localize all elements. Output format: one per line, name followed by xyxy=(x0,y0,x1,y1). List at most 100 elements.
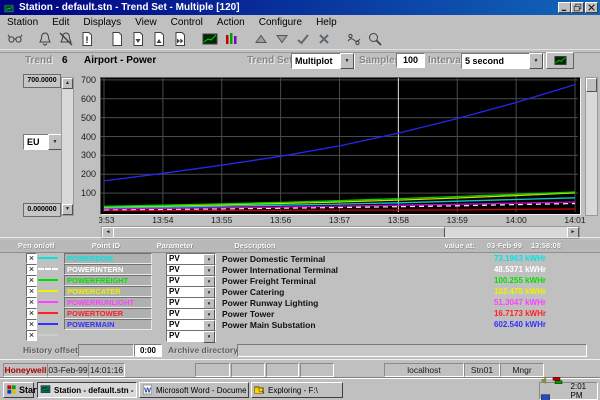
point-value: 16.7173 kWHr xyxy=(440,309,546,318)
display-tray-icon[interactable] xyxy=(540,393,551,400)
point-value: 48.5371 kWHr xyxy=(440,265,546,274)
parameter-value: PV xyxy=(169,265,180,275)
status-cell xyxy=(266,363,299,377)
page-icon[interactable] xyxy=(106,30,127,49)
start-button[interactable]: Start xyxy=(3,382,34,398)
plot-right-scrollbar[interactable] xyxy=(585,77,598,216)
svg-text:!: ! xyxy=(85,35,88,45)
station-connect-icon[interactable] xyxy=(4,30,25,49)
pen-line-sample xyxy=(38,323,58,325)
pen-line-sample xyxy=(38,334,58,336)
parameter-value: PV xyxy=(169,287,180,297)
interval-select[interactable]: 5 second ▼ xyxy=(461,53,544,69)
menu-action[interactable]: Action xyxy=(210,17,252,28)
menu-control[interactable]: Control xyxy=(164,17,210,28)
point-id-field[interactable]: POWERINTERN xyxy=(64,264,152,275)
pen-checkbox[interactable]: × xyxy=(26,286,37,297)
pen-table: ×POWERDOMPV▼Power Domestic Terminal73.19… xyxy=(0,253,600,341)
point-description: Power Main Substation xyxy=(222,320,316,330)
chevron-down-icon[interactable]: ▼ xyxy=(48,134,62,150)
menu-help[interactable]: Help xyxy=(309,17,344,28)
pen-checkbox[interactable]: × xyxy=(26,330,37,341)
pen-checkbox[interactable]: × xyxy=(26,308,37,319)
system-tray: 2:01 PM xyxy=(539,382,598,400)
alarm-silence-icon[interactable] xyxy=(55,30,76,49)
point-description: Power Domestic Terminal xyxy=(222,254,325,264)
archive-directory-input[interactable] xyxy=(237,344,587,357)
maximize-button[interactable] xyxy=(571,2,584,13)
chevron-down-icon[interactable]: ▼ xyxy=(529,53,543,69)
point-value: 51.3047 kWHr xyxy=(440,298,546,307)
y-axis-labels: 100200300400500600700 xyxy=(68,78,98,212)
chevron-down-icon[interactable]: ▼ xyxy=(203,331,215,343)
associated-display-icon[interactable] xyxy=(343,30,364,49)
trend-plot[interactable] xyxy=(100,77,581,215)
taskbar-task-word[interactable]: WMicrosoft Word - Document1 xyxy=(139,382,249,398)
taskbar-task-station[interactable]: Station - default.stn -... xyxy=(37,382,137,398)
menu-bar: StationEditDisplaysViewControlActionConf… xyxy=(0,15,600,29)
offset-time-field[interactable]: 0:00 xyxy=(134,344,162,357)
modem-icon[interactable] xyxy=(552,375,563,386)
point-id-field[interactable]: POWERMAIN xyxy=(64,319,152,330)
page-down-icon[interactable] xyxy=(127,30,148,49)
interval-label: Interval xyxy=(428,55,464,66)
pen-row-powercater: ×POWERCATERPV▼Power Catering102.475 kWHr xyxy=(0,286,600,297)
clear-icon[interactable] xyxy=(313,30,334,49)
zoom-icon[interactable] xyxy=(364,30,385,49)
range-max-field[interactable]: 700.0000 xyxy=(23,74,61,88)
point-id-field[interactable]: POWERDOM xyxy=(64,253,152,264)
trend-set-select[interactable]: Multiplot ▼ xyxy=(291,53,355,69)
page-up-icon[interactable] xyxy=(148,30,169,49)
pen-checkbox[interactable]: × xyxy=(26,264,37,275)
toolbar-group xyxy=(106,30,190,49)
scrollbar-thumb[interactable] xyxy=(586,78,597,92)
status-bar: Honeywell03-Feb-9914:01:16localhostStn01… xyxy=(0,359,600,379)
eu-select[interactable]: EU ▼ xyxy=(23,134,63,150)
close-button[interactable] xyxy=(585,2,598,13)
volume-icon[interactable] xyxy=(540,375,551,386)
samples-input[interactable]: 100 xyxy=(396,53,425,68)
pen-checkbox[interactable]: × xyxy=(26,253,37,264)
menu-edit[interactable]: Edit xyxy=(45,17,76,28)
lower-icon[interactable] xyxy=(271,30,292,49)
page-forward-icon[interactable] xyxy=(169,30,190,49)
point-value: 73.1963 kWHr xyxy=(440,254,546,263)
status-date: 03-Feb-99 xyxy=(47,363,89,377)
x-tick-label: 13:57 xyxy=(323,215,357,225)
toolbar-group xyxy=(199,30,241,49)
pen-checkbox[interactable]: × xyxy=(26,297,37,308)
y-tick-label: 700 xyxy=(81,75,96,85)
alarm-bell-icon[interactable] xyxy=(34,30,55,49)
pen-checkbox[interactable]: × xyxy=(26,319,37,330)
trend-display-icon[interactable] xyxy=(199,30,220,49)
pen-checkbox[interactable]: × xyxy=(26,275,37,286)
menu-configure[interactable]: Configure xyxy=(252,17,309,28)
x-tick-label: 13:53 xyxy=(99,215,121,225)
point-id-field[interactable]: POWERTOWER xyxy=(64,308,152,319)
point-id-field[interactable]: POWERCATER xyxy=(64,286,152,297)
taskbar-clock: 2:01 PM xyxy=(571,382,595,400)
chevron-down-icon[interactable]: ▼ xyxy=(340,53,354,69)
trend-display-button[interactable] xyxy=(546,52,574,69)
point-id-field[interactable]: POWERFREIGHT xyxy=(64,275,152,286)
pen-line-sample xyxy=(38,257,58,259)
point-id-field[interactable]: POWERRUNLIGHT xyxy=(64,297,152,308)
minimize-button[interactable] xyxy=(558,2,571,13)
task-label: Station - default.stn -... xyxy=(54,386,134,395)
x-tick-label: 14:01 xyxy=(558,215,592,225)
accept-icon[interactable] xyxy=(292,30,313,49)
menu-station[interactable]: Station xyxy=(0,17,45,28)
pen-line-sample xyxy=(38,279,58,281)
raise-icon[interactable] xyxy=(250,30,271,49)
history-offset-input[interactable] xyxy=(78,344,134,357)
menu-view[interactable]: View xyxy=(128,17,164,28)
header-description: Description xyxy=(210,241,300,250)
menu-displays[interactable]: Displays xyxy=(76,17,128,28)
parameter-select[interactable]: PV▼ xyxy=(166,330,216,342)
alarm-page-icon[interactable]: ! xyxy=(76,30,97,49)
group-display-icon[interactable] xyxy=(220,30,241,49)
y-tick-label: 400 xyxy=(81,132,96,142)
taskbar-task-explorer[interactable]: Exploring - F:\ xyxy=(251,382,343,398)
range-min-field[interactable]: 0.000000 xyxy=(23,203,61,217)
pen-row-empty: × PV▼ xyxy=(0,330,600,341)
